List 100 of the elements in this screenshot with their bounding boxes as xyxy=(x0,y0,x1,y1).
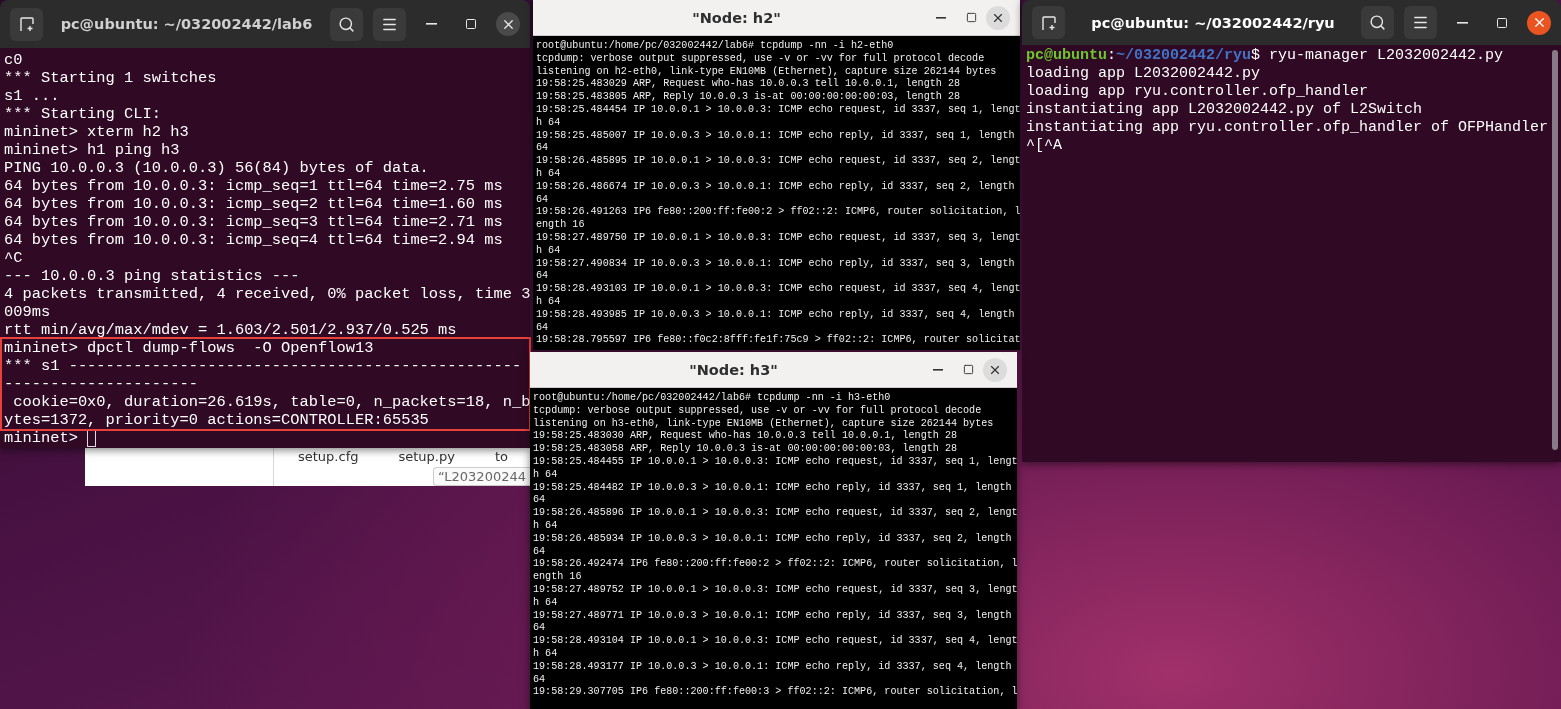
terminal-line: mininet> dpctl dump-flows -O Openflow13 xyxy=(4,339,374,357)
search-button[interactable] xyxy=(330,7,363,41)
new-tab-button[interactable] xyxy=(10,7,43,41)
menu-icon xyxy=(1412,14,1429,31)
terminal-line: 19:58:25.484455 IP 10.0.0.1 > 10.0.0.3: ICMP echo request, id 3337, seq 1, lengt xyxy=(533,456,1017,469)
terminal-line: h 64 xyxy=(533,468,558,482)
terminal-line: 19:58:28.493104 IP 10.0.0.1 > 10.0.0.3: ICMP echo request, id 3337, seq 4, lengt xyxy=(533,635,1017,648)
terminal-line: 64 xyxy=(533,545,546,559)
minimize-icon xyxy=(1456,21,1468,24)
terminal-line: h 64 xyxy=(533,647,558,661)
minimize-icon xyxy=(425,23,437,25)
terminal-line: h 64 xyxy=(536,295,561,309)
close-button[interactable] xyxy=(1527,10,1551,35)
terminal-line: 19:58:29.307705 IP6 fe80::200:ff:fe00:3 > ff02::2: ICMP6, router solicitation, l xyxy=(533,686,1017,700)
new-tab-icon xyxy=(18,16,35,32)
terminal-line: mininet> h1 ping h3 xyxy=(4,141,180,159)
window-title: "Node: h3" xyxy=(688,361,779,378)
terminal-line: 19:58:25.485007 IP 10.0.0.3 > 10.0.0.1: ICMP echo reply, id 3337, seq 1, length xyxy=(536,129,1015,143)
file-name[interactable]: to xyxy=(494,449,508,464)
terminal-line: rtt min/avg/max/mdev = 1.603/2.501/2.937/0.525 ms xyxy=(4,321,457,339)
terminal-line: h 64 xyxy=(536,244,561,258)
terminal-line: 19:58:27.489771 IP 10.0.0.3 > 10.0.0.1: ICMP echo reply, id 3337, seq 3, length xyxy=(533,609,1012,623)
menu-button[interactable] xyxy=(373,7,406,41)
terminal-line: 19:58:26.491263 IP6 fe80::200:ff:fe00:2 > ff02::2: ICMP6, router solicitation, l xyxy=(536,206,1020,219)
file-name[interactable]: setup.cfg xyxy=(298,449,359,464)
terminal-line: 009ms xyxy=(4,303,51,321)
terminal-line: --------------------- xyxy=(4,375,198,393)
maximize-icon xyxy=(465,18,477,30)
terminal-line: *** Starting 1 switches xyxy=(4,69,217,87)
minimize-icon xyxy=(936,16,946,19)
search-icon xyxy=(338,15,355,33)
terminal-line: 19:58:28.493985 IP 10.0.0.3 > 10.0.0.1: ICMP echo reply, id 3337, seq 4, length xyxy=(536,308,1015,322)
terminal-line: 19:58:25.483029 ARP, Request who-has 10.0.0.3 tell 10.0.0.1, length 28 xyxy=(536,78,960,91)
window-title: pc@ubuntu: ~/032002442/ryu xyxy=(1090,14,1336,31)
terminal-line: 64 bytes from 10.0.0.3: icmp_seq=1 ttl=64 time=2.75 ms xyxy=(4,177,503,195)
terminal-line: 64 bytes from 10.0.0.3: icmp_seq=4 ttl=64 time=2.94 ms xyxy=(4,231,503,249)
prompt-text: ~/032002442/ryu xyxy=(1116,47,1252,65)
search-icon xyxy=(1369,14,1386,31)
terminal-line: 19:58:26.485896 IP 10.0.0.1 > 10.0.0.3: ICMP echo request, id 3337, seq 2, lengt xyxy=(533,507,1017,520)
terminal-line: ytes=1372, priority=0 actions=CONTROLLER:65535 xyxy=(4,411,429,429)
terminal-line: 19:58:26.492474 IP6 fe80::200:ff:fe00:2 > ff02::2: ICMP6, router solicitation, l xyxy=(533,558,1017,571)
terminal-line: 19:58:28.795597 IP6 fe80::f0c2:8fff:fe1f:75c9 > ff02::2: ICMP6, router solicitat xyxy=(536,334,1020,348)
file-name[interactable]: setup.py xyxy=(398,449,455,464)
terminal-line: 19:58:28.493177 IP 10.0.0.3 > 10.0.0.1: ICMP echo reply, id 3337, seq 4, length xyxy=(533,660,1012,674)
terminal-line: 64 xyxy=(536,270,549,284)
prompt-text: $ ryu-manager L2032002442.py xyxy=(1251,47,1504,65)
terminal-line: 19:58:25.484482 IP 10.0.0.3 > 10.0.0.1: ICMP echo reply, id 3337, seq 1, length xyxy=(533,481,1012,495)
maximize-icon xyxy=(1496,16,1508,29)
close-button[interactable] xyxy=(983,357,1007,382)
terminal-line: root@ubuntu:/home/pc/032002442/lab6# tcpdump -nn -i h3-eth0 xyxy=(533,392,891,405)
terminal-line: root@ubuntu:/home/pc/032002442/lab6# tcpdump -nn -i h2-eth0 xyxy=(536,40,894,53)
close-button[interactable] xyxy=(986,5,1010,30)
terminal-line: 19:58:28.493103 IP 10.0.0.1 > 10.0.0.3: ICMP echo request, id 3337, seq 4, lengt xyxy=(536,283,1020,296)
prompt-text: pc@ubuntu xyxy=(1026,47,1107,65)
terminal-prompt: mininet> xyxy=(4,429,79,447)
terminal-line: loading app L2032002442.py xyxy=(1026,65,1261,83)
terminal-line: tcpdump: verbose output suppressed, use -v or -vv for full protocol decode xyxy=(536,52,985,66)
terminal-line: loading app ryu.controller.ofp_handler xyxy=(1026,83,1369,101)
terminal-line: ^[^A xyxy=(1026,137,1062,155)
terminal-line: 64 xyxy=(536,193,549,207)
scrollbar[interactable] xyxy=(1552,50,1558,450)
terminal-line: s1 ... xyxy=(4,87,60,105)
terminal-line: 19:58:27.489750 IP 10.0.0.1 > 10.0.0.3: ICMP echo request, id 3337, seq 3, lengt xyxy=(536,231,1020,245)
file-name-label: “L203200244 xyxy=(432,467,530,486)
terminal-line: 19:58:25.483058 ARP, Reply 10.0.0.3 is-at 00:00:00:00:00:03, length 28 xyxy=(533,443,957,456)
window-title: "Node: h2" xyxy=(691,9,782,26)
prompt-text: : xyxy=(1107,47,1117,65)
close-button[interactable] xyxy=(496,12,520,36)
terminal-line: instantiating app ryu.controller.ofp_handler of OFPHandler xyxy=(1026,119,1549,137)
terminal-line: *** s1 ------------------------------------------------- xyxy=(4,357,522,375)
terminal-line: 19:58:26.485934 IP 10.0.0.3 > 10.0.0.1: ICMP echo reply, id 3337, seq 2, length xyxy=(533,532,1012,546)
terminal-line: cookie=0x0, duration=26.619s, table=0, n_packets=18, n_b xyxy=(12,393,531,411)
terminal-line: 19:58:26.485895 IP 10.0.0.1 > 10.0.0.3: ICMP echo request, id 3337, seq 2, lengt xyxy=(536,155,1020,168)
terminal-line: 64 xyxy=(533,622,546,636)
terminal-line: ength 16 xyxy=(536,219,585,232)
terminal-line: tcpdump: verbose output suppressed, use -v or -vv for full protocol decode xyxy=(533,404,982,418)
minimize-icon xyxy=(933,368,943,371)
text-cursor xyxy=(87,429,97,447)
terminal-line: ^C xyxy=(4,249,23,267)
terminal-line: h 64 xyxy=(533,519,558,533)
terminal-line: 19:58:25.484454 IP 10.0.0.1 > 10.0.0.3: ICMP echo request, id 3337, seq 1, lengt xyxy=(536,104,1020,117)
maximize-icon xyxy=(965,12,977,23)
window-title: pc@ubuntu: ~/032002442/lab6 xyxy=(59,16,314,32)
terminal-line: listening on h3-eth0, link-type EN10MB (Ethernet), capture size 262144 bytes xyxy=(533,417,994,430)
terminal-line: instantiating app L2032002442.py of L2Switch xyxy=(1026,101,1423,119)
terminal-line: *** Starting CLI: xyxy=(4,105,161,123)
terminal-line: 64 xyxy=(536,321,549,335)
terminal-line: --- 10.0.0.3 ping statistics --- xyxy=(4,267,300,285)
terminal-line: PING 10.0.0.3 (10.0.0.3) 56(84) bytes of data. xyxy=(4,159,429,177)
maximize-icon xyxy=(962,364,974,375)
new-tab-icon xyxy=(1040,14,1057,31)
terminal-line: 19:58:25.483805 ARP, Reply 10.0.0.3 is-at 00:00:00:00:00:03, length 28 xyxy=(536,91,960,104)
new-tab-button[interactable] xyxy=(1032,6,1065,39)
menu-button[interactable] xyxy=(1404,6,1437,39)
terminal-line: h 64 xyxy=(536,167,561,181)
terminal-line: ength 16 xyxy=(533,571,582,584)
terminal-line: 19:58:27.490834 IP 10.0.0.3 > 10.0.0.1: ICMP echo reply, id 3337, seq 3, length xyxy=(536,257,1015,271)
search-button[interactable] xyxy=(1361,6,1394,39)
terminal-line: 19:58:25.483030 ARP, Request who-has 10.0.0.3 tell 10.0.0.1, length 28 xyxy=(533,430,957,443)
terminal-line: 64 bytes from 10.0.0.3: icmp_seq=2 ttl=64 time=1.60 ms xyxy=(4,195,503,213)
